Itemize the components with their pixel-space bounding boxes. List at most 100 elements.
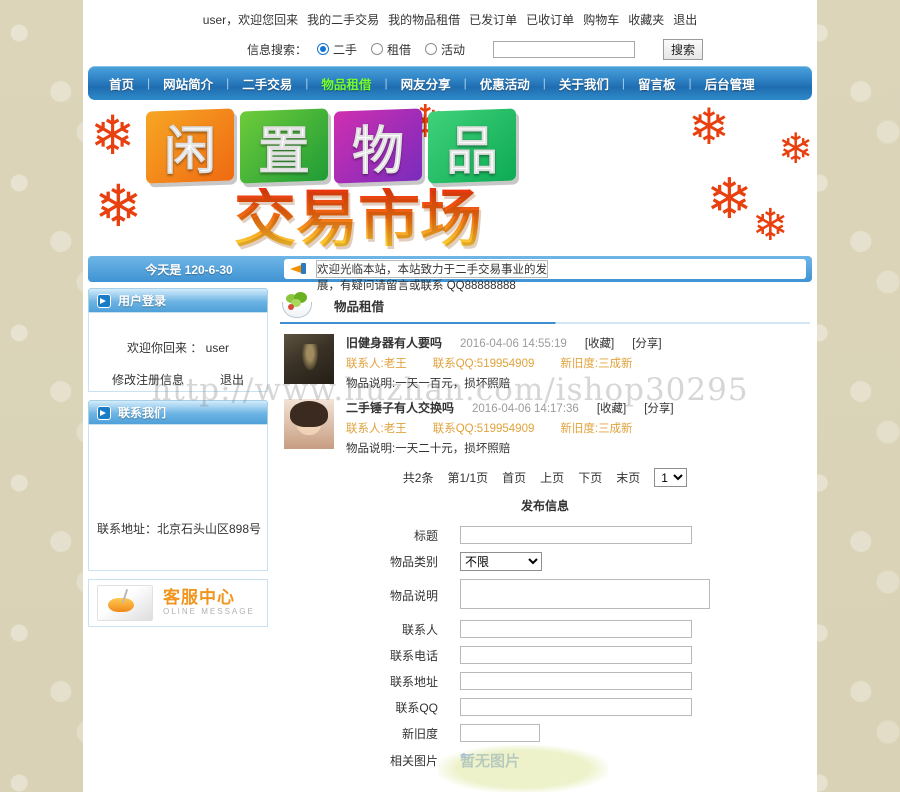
radio-rent-icon[interactable] (371, 43, 383, 55)
nav-item-secondhand[interactable]: 二手交易 (229, 74, 305, 93)
item-share-link[interactable]: [分享] (632, 335, 661, 351)
arrow-right-icon (97, 405, 111, 420)
pager-prev[interactable]: 上页 (540, 469, 564, 486)
pager-next[interactable]: 下页 (578, 469, 602, 486)
pager-first[interactable]: 首页 (502, 469, 526, 486)
item-qq: 联系QQ:519954909 (432, 423, 535, 435)
login-welcome-line: 欢迎你回来 ： user (89, 339, 267, 356)
list-item[interactable]: 二手锤子有人交换吗 2016-04-06 14:17:36 [收藏] [分享] … (278, 395, 812, 460)
radio-activity-icon[interactable] (425, 43, 438, 55)
item-favorite-link[interactable]: [收藏] (585, 335, 614, 351)
nav-separator: | (463, 76, 467, 90)
input-address[interactable] (460, 672, 692, 690)
main-content: 物品租借 旧健身器有人要吗 2016-04-06 14:55:19 [收藏] [… (278, 288, 812, 775)
link-sent-orders[interactable]: 已发订单 (469, 11, 517, 28)
panel-title-contact: 联系我们 (118, 406, 167, 420)
link-my-secondhand[interactable]: 我的二手交易 (307, 11, 379, 28)
service-desk-icon (97, 585, 153, 621)
item-share-link[interactable]: [分享] (644, 400, 673, 416)
maple-leaf-icon: ❄ (778, 125, 812, 172)
nav-item-about-us[interactable]: 关于我们 (546, 74, 622, 93)
item-header-row: 二手锤子有人交换吗 2016-04-06 14:17:36 [收藏] [分享] (346, 399, 812, 416)
service-title-en: OLINE MESSAGE (163, 606, 255, 616)
maple-leaf-icon: ❄ (90, 106, 136, 166)
item-date: 2016-04-06 14:55:19 (460, 338, 567, 350)
welcome-text: user，欢迎您回来 (202, 12, 299, 27)
site-banner: ❄ ❄ ❄ ❄ ❄ ❄ ❄ 闲 置 物 品 交易市场 (88, 104, 812, 252)
pager-total: 共2条 (402, 471, 434, 485)
form-row-address: 联系地址 (278, 668, 812, 694)
search-input[interactable] (493, 40, 636, 58)
search-bar: 信息搜索： 二手 租借 活动 搜索 (83, 34, 817, 64)
banner-char-block: 置 (240, 108, 328, 184)
item-thumbnail[interactable] (284, 334, 334, 384)
link-edit-profile[interactable]: 修改注册信息 (112, 371, 184, 388)
input-phone[interactable] (460, 646, 692, 664)
item-contact: 联系人:老王 (346, 358, 407, 370)
label-image: 相关图片 (389, 754, 438, 768)
maple-leaf-icon: ❄ (688, 104, 730, 155)
link-favorites[interactable]: 收藏夹 (628, 11, 664, 28)
nav-separator: | (305, 76, 309, 90)
nav-item-guestbook[interactable]: 留言板 (625, 74, 689, 93)
search-button[interactable]: 搜索 (663, 38, 704, 60)
link-logout[interactable]: 退出 (673, 11, 697, 28)
banner-char-block: 闲 (146, 108, 234, 184)
nav-item-rental[interactable]: 物品租借 (308, 74, 384, 93)
form-row-phone: 联系电话 (278, 642, 812, 668)
panel-user-login: 用户登录 欢迎你回来 ： user 修改注册信息 退出 (88, 288, 268, 392)
nav-item-share[interactable]: 网友分享 (388, 74, 464, 93)
item-description: 物品说明:一天一百元，损坏照赔 (346, 378, 511, 390)
maple-leaf-icon: ❄ (752, 201, 789, 250)
radio-secondhand-icon[interactable] (316, 43, 329, 55)
input-condition[interactable] (460, 724, 540, 742)
radio-option-rent[interactable]: 租借 (371, 41, 411, 58)
banner-subtitle: 交易市场 (234, 182, 483, 252)
nav-item-about-site[interactable]: 网站简介 (150, 74, 226, 93)
pager-page-info: 第1/1页 (447, 471, 489, 485)
item-meta-row: 联系人:老王 联系QQ:519954909 新旧度:三成新 (346, 355, 812, 371)
link-cart[interactable]: 购物车 (583, 11, 619, 28)
pager-last[interactable]: 末页 (616, 469, 640, 486)
link-received-orders[interactable]: 已收订单 (526, 11, 574, 28)
link-my-rentals[interactable]: 我的物品租借 (388, 11, 460, 28)
nav-item-promotions[interactable]: 优惠活动 (467, 74, 543, 93)
content-columns: 用户登录 欢迎你回来 ： user 修改注册信息 退出 联系我们 联系地址：北京… (83, 282, 817, 775)
link-sidebar-logout[interactable]: 退出 (220, 371, 244, 388)
login-welcome-prefix: 欢迎你回来 ： (126, 341, 203, 355)
notice-message-box: 欢迎光临本站，本站致力于二手交易事业的发展，有疑问请留言或联系 QQ888888… (284, 259, 806, 292)
item-qq: 联系QQ:519954909 (432, 358, 535, 370)
input-title[interactable] (460, 526, 692, 544)
sidebar: 用户登录 欢迎你回来 ： user 修改注册信息 退出 联系我们 联系地址：北京… (88, 288, 268, 775)
item-thumbnail[interactable] (284, 399, 334, 449)
list-item[interactable]: 旧健身器有人要吗 2016-04-06 14:55:19 [收藏] [分享] 联… (278, 330, 812, 395)
maple-leaf-icon: ❄ (706, 167, 753, 230)
banner-char-block: 物 (334, 108, 422, 184)
contact-address: 联系地址：北京石头山区898号 (97, 522, 262, 536)
vegetable-plate-icon (282, 292, 312, 318)
label-condition: 新旧度 (401, 726, 438, 741)
arrow-right-icon (97, 293, 111, 308)
select-category[interactable]: 不限 (460, 552, 542, 571)
customer-service-banner[interactable]: 客服中心 OLINE MESSAGE (88, 579, 268, 627)
input-qq[interactable] (460, 698, 692, 716)
pager-page-select[interactable]: 1 (654, 468, 688, 487)
nav-item-admin[interactable]: 后台管理 (692, 74, 768, 93)
input-description[interactable] (460, 579, 710, 609)
form-row-qq: 联系QQ (278, 694, 812, 720)
panel-header-contact: 联系我们 (88, 400, 268, 424)
input-contact[interactable] (460, 620, 692, 638)
nav-separator: | (542, 76, 546, 90)
radio-option-secondhand[interactable]: 二手 (316, 41, 357, 58)
item-title[interactable]: 二手锤子有人交换吗 (346, 399, 454, 416)
item-title[interactable]: 旧健身器有人要吗 (346, 334, 442, 351)
label-description: 物品说明 (389, 589, 438, 603)
login-links: 修改注册信息 退出 (89, 371, 267, 388)
nav-item-home[interactable]: 首页 (96, 74, 147, 93)
item-favorite-link[interactable]: [收藏] (597, 400, 626, 416)
today-date: 今天是 120-6-30 (145, 262, 233, 277)
title-divider (280, 322, 810, 324)
radio-option-activity[interactable]: 活动 (425, 41, 465, 58)
maple-leaf-icon: ❄ (94, 174, 143, 239)
form-row-image: 相关图片 暂无图片 (278, 746, 812, 775)
